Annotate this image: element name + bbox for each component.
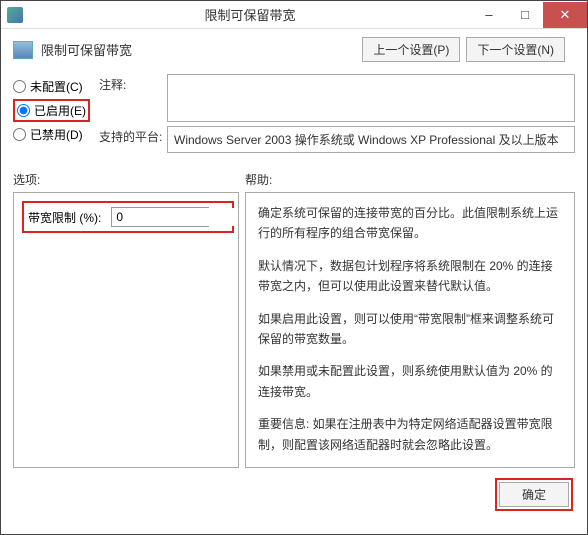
maximize-button[interactable]: □ — [507, 2, 543, 28]
radio-label: 未配置(C) — [30, 78, 83, 95]
prev-setting-button[interactable]: 上一个设置(P) — [362, 37, 460, 62]
window-title: 限制可保留带宽 — [29, 5, 471, 24]
comment-input[interactable] — [167, 74, 575, 122]
highlight-enabled: 已启用(E) — [13, 99, 90, 122]
header: 限制可保留带宽 上一个设置(P) 下一个设置(N) — [1, 29, 587, 68]
comment-label: 注释: — [99, 74, 167, 122]
close-button[interactable]: ✕ — [543, 2, 587, 28]
footer: 确定 — [1, 468, 587, 521]
radio-not-configured[interactable]: 未配置(C) — [13, 78, 99, 95]
platform-label: 支持的平台: — [99, 126, 167, 153]
help-panel: 确定系统可保留的连接带宽的百分比。此值限制系统上运行的所有程序的组合带宽保留。 … — [245, 192, 575, 468]
help-text: 重要信息: 如果在注册表中为特定网络适配器设置带宽限制，则配置该网络适配器时就会… — [258, 414, 562, 455]
help-label: 帮助: — [245, 171, 272, 188]
minimize-button[interactable]: – — [471, 2, 507, 28]
options-panel: 带宽限制 (%): ▲ ▼ — [13, 192, 239, 468]
ok-button[interactable]: 确定 — [499, 482, 569, 507]
radio-disabled[interactable]: 已禁用(D) — [13, 126, 99, 143]
radio-label: 已禁用(D) — [30, 126, 83, 143]
titlebar: 限制可保留带宽 – □ ✕ — [1, 1, 587, 29]
platform-text: Windows Server 2003 操作系统或 Windows XP Pro… — [167, 126, 575, 153]
help-text: 确定系统可保留的连接带宽的百分比。此值限制系统上运行的所有程序的组合带宽保留。 — [258, 203, 562, 244]
options-label: 选项: — [13, 171, 245, 188]
bandwidth-label: 带宽限制 (%): — [28, 209, 101, 226]
radio-label: 已启用(E) — [34, 102, 86, 119]
policy-icon — [13, 41, 33, 59]
highlight-ok: 确定 — [495, 478, 573, 511]
config-area: 未配置(C) 已启用(E) 已禁用(D) 注释: 支持的平台: Windows … — [1, 68, 587, 159]
bandwidth-input[interactable] — [112, 208, 239, 226]
policy-title: 限制可保留带宽 — [41, 40, 362, 59]
help-text: 默认情况下，数据包计划程序将系统限制在 20% 的连接带宽之内，但可以使用此设置… — [258, 256, 562, 297]
highlight-bandwidth: 带宽限制 (%): ▲ ▼ — [22, 201, 234, 233]
help-text: 如果禁用或未配置此设置，则系统使用默认值为 20% 的连接带宽。 — [258, 361, 562, 402]
window-controls: – □ ✕ — [471, 2, 587, 28]
bandwidth-spinner: ▲ ▼ — [111, 207, 209, 227]
help-text: 如果启用此设置，则可以使用“带宽限制”框来调整系统可保留的带宽数量。 — [258, 309, 562, 350]
next-setting-button[interactable]: 下一个设置(N) — [466, 37, 565, 62]
radio-enabled[interactable]: 已启用(E) — [17, 102, 86, 119]
app-icon — [7, 7, 23, 23]
state-radios: 未配置(C) 已启用(E) 已禁用(D) — [13, 70, 99, 157]
